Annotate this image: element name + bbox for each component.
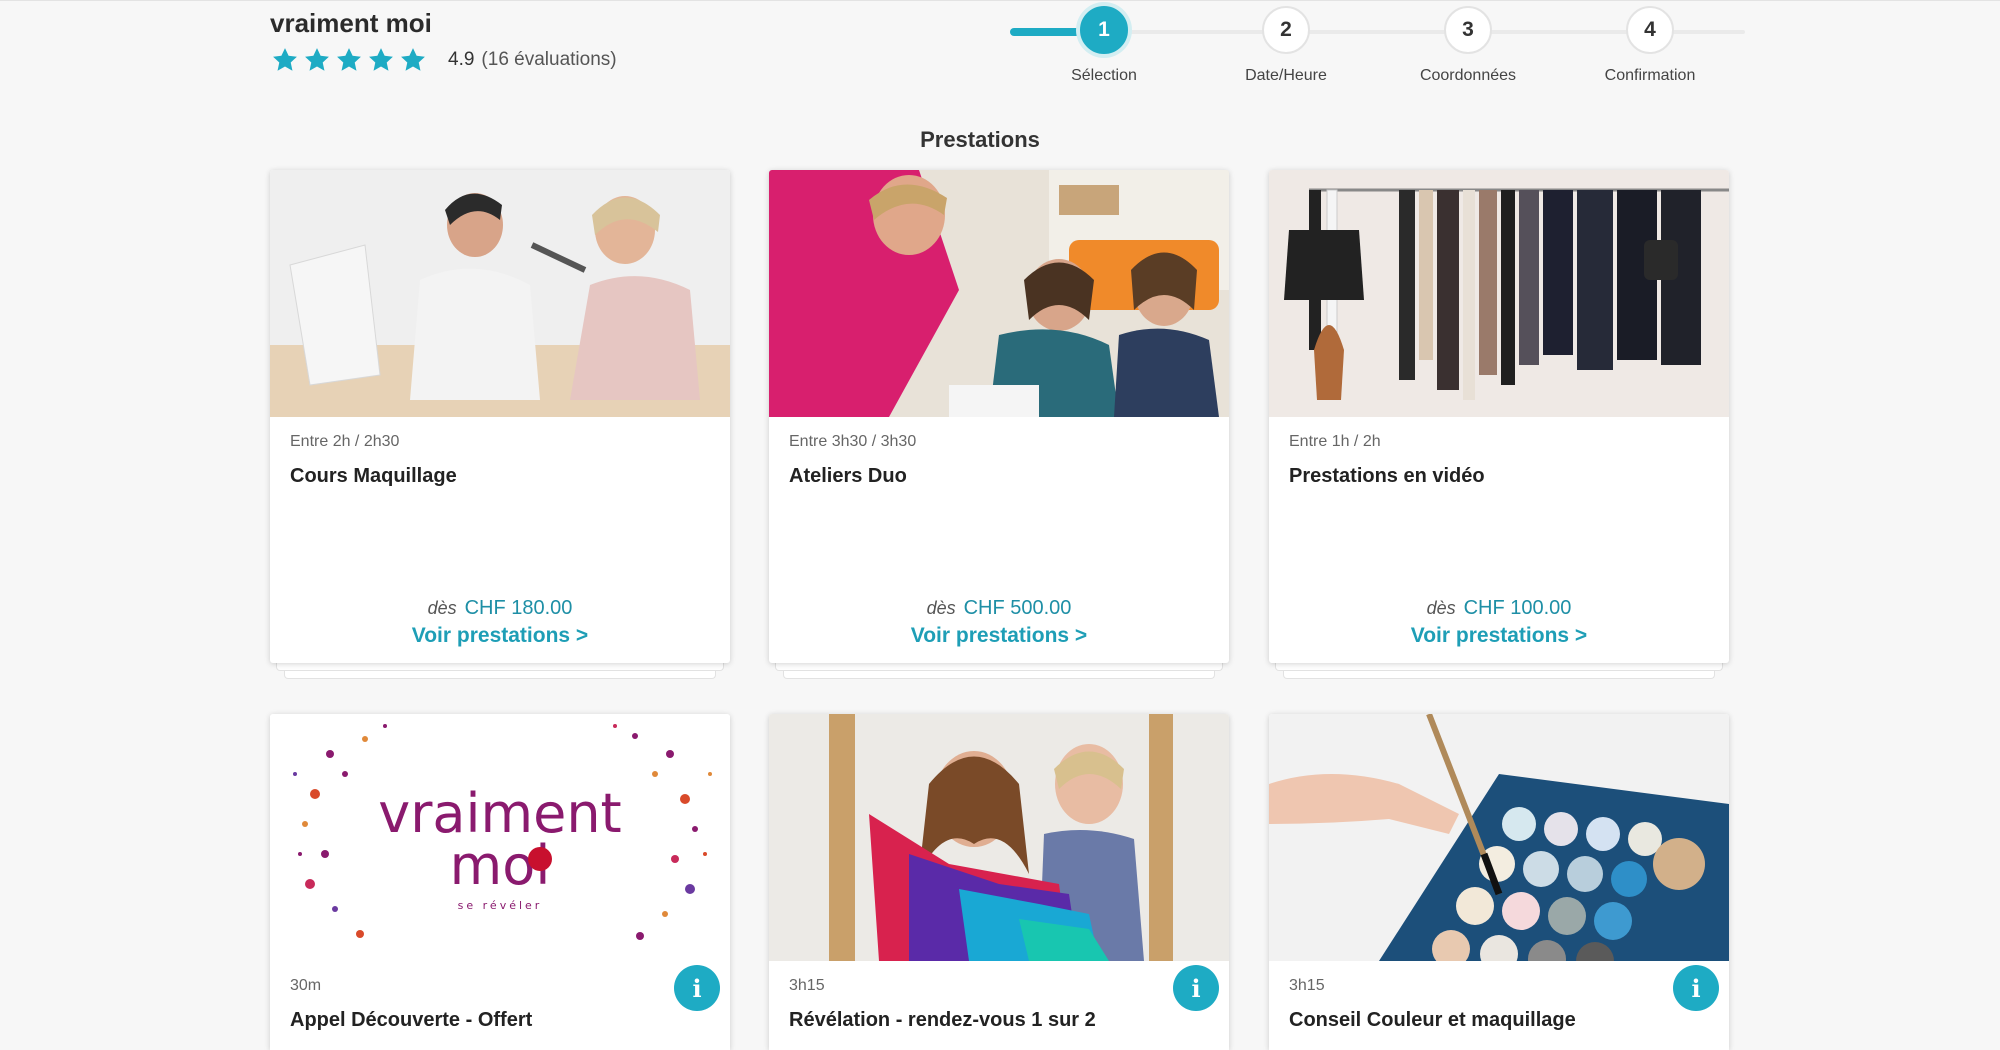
star-icon (305, 48, 329, 71)
service-duration: Entre 2h / 2h30 (290, 433, 400, 450)
service-card-ateliers-duo[interactable]: Entre 3h30 / 3h30 Ateliers Duo dès CHF 50… (769, 170, 1229, 679)
step-label: Sélection (1071, 67, 1137, 84)
info-icon[interactable]: i (1673, 965, 1719, 1011)
card-image-makeup-lesson (270, 170, 730, 417)
booking-stepper: 1 Sélection 2 Date/Heure 3 Coordonnées 4… (1010, 0, 1745, 100)
rating: 4.9 (16 évaluations) (270, 46, 617, 74)
voir-prestations-link[interactable]: Voir prestations > (769, 624, 1229, 648)
step-confirmation[interactable]: 4 Confirmation (1570, 6, 1730, 85)
service-title: Ateliers Duo (789, 465, 907, 487)
step-number: 4 (1626, 6, 1674, 54)
card-image-color-draping (769, 714, 1229, 961)
service-duration: 3h15 (1289, 977, 1325, 994)
service-title: Révélation - rendez-vous 1 sur 2 (789, 1009, 1096, 1031)
step-label: Date/Heure (1245, 67, 1327, 84)
price-prefix: dès (926, 598, 956, 618)
step-number: 2 (1262, 6, 1310, 54)
service-duration: Entre 1h / 2h (1289, 433, 1381, 450)
info-icon[interactable]: i (1173, 965, 1219, 1011)
service-price: dès CHF 100.00 (1269, 597, 1729, 620)
step-coordonnees[interactable]: 3 Coordonnées (1388, 6, 1548, 85)
step-number: 3 (1444, 6, 1492, 54)
service-card-conseil-couleur[interactable]: i 3h15 Conseil Couleur et maquillage (1269, 714, 1729, 1050)
price-amount: CHF 180.00 (464, 597, 573, 619)
business-name: vraiment moi (270, 8, 432, 38)
rating-count: (16 évaluations) (481, 49, 617, 70)
service-duration: 3h15 (789, 977, 825, 994)
info-icon[interactable]: i (674, 965, 720, 1011)
svg-text:se révéler: se révéler (458, 899, 543, 912)
service-title: Cours Maquillage (290, 465, 457, 487)
service-duration: 30m (290, 977, 322, 994)
service-title: Appel Découverte - Offert (290, 1009, 533, 1031)
price-prefix: dès (1426, 598, 1456, 618)
rating-stars (270, 46, 428, 74)
step-label: Coordonnées (1419, 67, 1517, 84)
card-image-workshop (769, 170, 1229, 417)
price-prefix: dès (427, 598, 457, 618)
section-title: Prestations (920, 127, 1040, 152)
service-card-appel-decouverte[interactable]: vraiment moi se révéler i 30m Appel Déco… (270, 714, 730, 1050)
star-icon (369, 48, 393, 71)
service-title: Prestations en vidéo (1289, 465, 1485, 487)
star-icon (401, 48, 425, 71)
voir-prestations-link[interactable]: Voir prestations > (270, 624, 730, 648)
step-number: 1 (1080, 6, 1128, 54)
step-selection[interactable]: 1 Sélection (1024, 6, 1184, 85)
card-image-logo: vraiment moi se révéler (270, 714, 730, 961)
service-price: dès CHF 180.00 (270, 597, 730, 620)
voir-prestations-link[interactable]: Voir prestations > (1269, 624, 1729, 648)
service-title: Conseil Couleur et maquillage (1289, 1009, 1576, 1031)
star-icon (273, 48, 297, 71)
card-image-wardrobe (1269, 170, 1729, 417)
service-duration: Entre 3h30 / 3h30 (789, 433, 917, 450)
rating-value: 4.9 (448, 49, 475, 70)
star-icon (337, 48, 361, 71)
step-label: Confirmation (1604, 67, 1696, 84)
price-amount: CHF 500.00 (963, 597, 1072, 619)
step-date-heure[interactable]: 2 Date/Heure (1206, 6, 1366, 85)
service-card-revelation[interactable]: i 3h15 Révélation - rendez-vous 1 sur 2 (769, 714, 1229, 1050)
price-amount: CHF 100.00 (1463, 597, 1572, 619)
card-image-palette (1269, 714, 1729, 961)
service-card-cours-maquillage[interactable]: Entre 2h / 2h30 Cours Maquillage dès CHF … (270, 170, 730, 679)
service-card-prestations-video[interactable]: Entre 1h / 2h Prestations en vidéo dès CH… (1269, 170, 1729, 679)
service-price: dès CHF 500.00 (769, 597, 1229, 620)
